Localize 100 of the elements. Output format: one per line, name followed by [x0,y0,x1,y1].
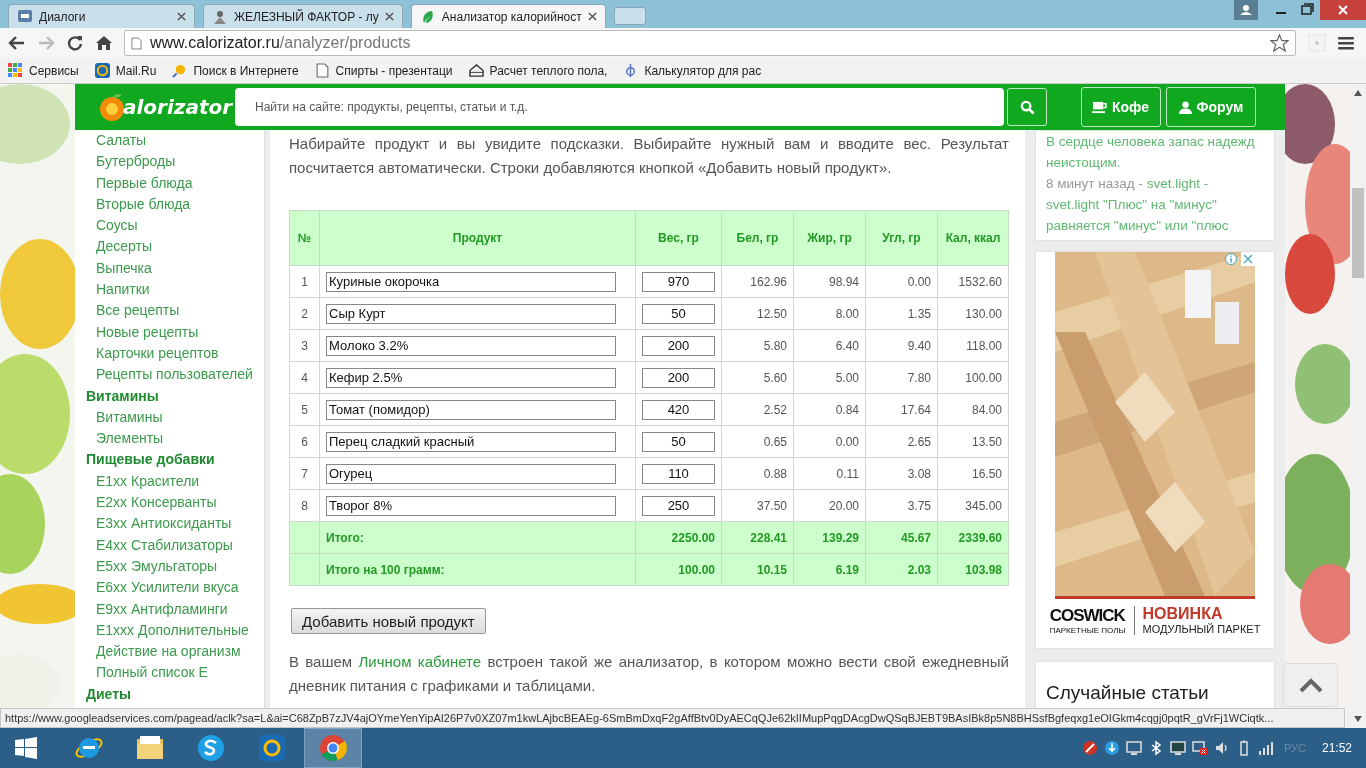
home-icon[interactable] [95,34,113,52]
table-cell: 17.64 [865,393,938,426]
back-icon[interactable] [8,34,26,52]
sidebar-link[interactable]: E6xx Усилители вкуса [86,577,264,599]
search-button[interactable] [1007,88,1047,126]
table-cell: 8.00 [793,297,866,330]
product-field[interactable]: Кефир 2.5% [326,367,616,388]
product-field[interactable]: Молоко 3.2% [326,335,616,356]
info-icon[interactable] [1224,252,1238,266]
clock[interactable]: 21:52 [1321,741,1352,755]
table-cell: 0.84 [793,393,866,426]
add-product-button[interactable]: Добавить новый продукт [291,608,486,634]
signal-icon[interactable] [1257,740,1274,756]
weight-field[interactable]: 50 [642,431,715,452]
sidebar-link[interactable]: Соусы [86,215,264,237]
table-cell: 98.94 [793,265,866,298]
speaker-icon[interactable] [1213,740,1230,756]
table-cell: 7.80 [865,361,938,394]
monitor-icon[interactable] [1125,740,1142,756]
sidebar-link[interactable]: Витамины [86,406,264,429]
arrow-down-icon[interactable] [1354,716,1362,722]
sidebar-link[interactable]: Полный список Е [86,662,264,684]
weight-field[interactable]: 110 [642,463,715,484]
network-warning-icon[interactable] [1191,740,1208,756]
sidebar-link[interactable]: Выпечка [86,257,264,280]
weight-field[interactable]: 50 [642,303,715,324]
user-icon[interactable] [1234,0,1258,20]
sidebar-link[interactable]: E9xx Антифламинги [86,598,264,620]
tab-title: ЖЕЛЕЗНЫЙ ФАКТОР - лу [234,9,379,24]
user-icon [1178,100,1192,114]
close-icon[interactable] [587,12,597,21]
header-button[interactable]: Кофе [1081,87,1161,127]
sidebar-link[interactable]: Действие на организм [86,641,264,663]
sidebar-link[interactable]: Новые рецепты [86,321,264,343]
arrow-up-icon[interactable] [1354,90,1362,96]
weight-field[interactable]: 420 [642,399,715,420]
weight-field[interactable]: 200 [642,335,715,356]
sidebar-link[interactable]: E1xxx Дополнительные [86,619,264,642]
sidebar-link[interactable]: E3xx Антиоксиданты [86,513,264,535]
close-icon[interactable] [177,12,186,21]
browser-tab[interactable]: Анализатор калорийност [410,4,606,28]
star-icon[interactable] [1270,33,1289,53]
product-field[interactable]: Огурец [326,463,616,484]
search-field[interactable]: Найти на сайте: продукты, рецепты, статьи и т.д. [235,88,1004,126]
close-icon[interactable] [384,12,394,21]
product-field[interactable]: Сыр Курт [326,303,616,324]
product-field[interactable]: Куриные окорочка [326,271,616,292]
monitor-icon[interactable] [1169,740,1186,756]
address-bar[interactable]: www.calorizator.ru/analyzer/products [124,30,1296,56]
weight-field[interactable]: 200 [642,367,715,388]
download-icon[interactable] [1103,740,1120,756]
sidebar-link[interactable]: Десерты [86,236,264,258]
bookmark[interactable]: Mail.Ru [94,63,157,78]
table-cell: 37.50 [721,489,794,522]
sidebar-link[interactable]: Рецепты пользователей [86,364,264,386]
sidebar-link[interactable]: E4xx Стабилизаторы [86,534,264,556]
sidebar-link[interactable]: Элементы [86,428,264,450]
search-icon [1019,99,1035,115]
bookmark[interactable]: Расчет теплого пола, [468,63,608,78]
sidebar-heading[interactable]: Диеты [86,683,264,705]
sidebar-link[interactable]: E1xx Красители [86,470,264,493]
sidebar-heading[interactable]: Пищевые добавки [86,449,264,471]
sidebar-link[interactable]: Бутерброды [86,151,264,173]
site-logo[interactable]: alorizator [97,92,235,122]
sidebar-heading[interactable]: Витамины [86,385,264,407]
comment-user[interactable]: svet.light - [1146,176,1209,191]
windows-start-icon[interactable] [14,736,38,760]
sidebar-link[interactable]: E5xx Эмульгаторы [86,555,264,578]
close-icon[interactable] [1320,0,1366,20]
table-cell: Итого на 100 грамм: [319,553,636,586]
sidebar-link[interactable]: E2xx Консерванты [86,492,264,514]
bookmark[interactable]: Поиск в Интернете [172,63,299,78]
sidebar-link[interactable]: Напитки [86,279,264,301]
comment-quote[interactable]: В сердце человека запас надежд неистощим. [1046,131,1264,173]
menu-icon[interactable] [1338,36,1354,50]
weight-field[interactable]: 250 [642,495,715,516]
sidebar-link[interactable]: Все рецепты [86,300,264,322]
header-button[interactable]: Форум [1166,87,1256,127]
product-field[interactable]: Творог 8% [326,495,616,516]
browser-tab[interactable]: ЖЕЛЕЗНЫЙ ФАКТОР - лу [203,4,403,28]
product-field[interactable]: Томат (помидор) [326,399,616,420]
sidebar-link[interactable]: Первые блюда [86,172,264,194]
bookmark[interactable]: Калькулятор для рас [623,63,762,78]
cabinet-link[interactable]: Личном кабинете [358,653,482,670]
sidebar-link[interactable]: Салаты [86,130,264,152]
bookmark[interactable]: Спирты - презентаци [314,63,453,78]
weight-field[interactable]: 970 [642,271,715,292]
scroll-to-top-button[interactable] [1283,663,1338,707]
brand-logo[interactable]: COSWICK ПАРКЕТНЫЕ ПОЛЫ [1049,605,1135,635]
sidebar-link[interactable]: Карточки рецептов [86,342,264,365]
sidebar-link[interactable]: Вторые блюда [86,193,264,216]
column-header: Угл, гр [865,210,938,266]
browser-tab[interactable]: Диалоги [8,4,195,28]
table-cell: 345.00 [937,489,1009,522]
comment-text[interactable]: svet.light "Плюс" на "минус" равняется "минус" или "плюс [1046,194,1264,236]
table-cell: 5.60 [721,361,794,394]
reload-icon[interactable] [66,34,84,52]
bookmark[interactable]: Сервисы [8,63,79,78]
product-field[interactable]: Перец сладкий красный [326,431,616,452]
scrollbar-thumb[interactable] [1352,188,1364,278]
